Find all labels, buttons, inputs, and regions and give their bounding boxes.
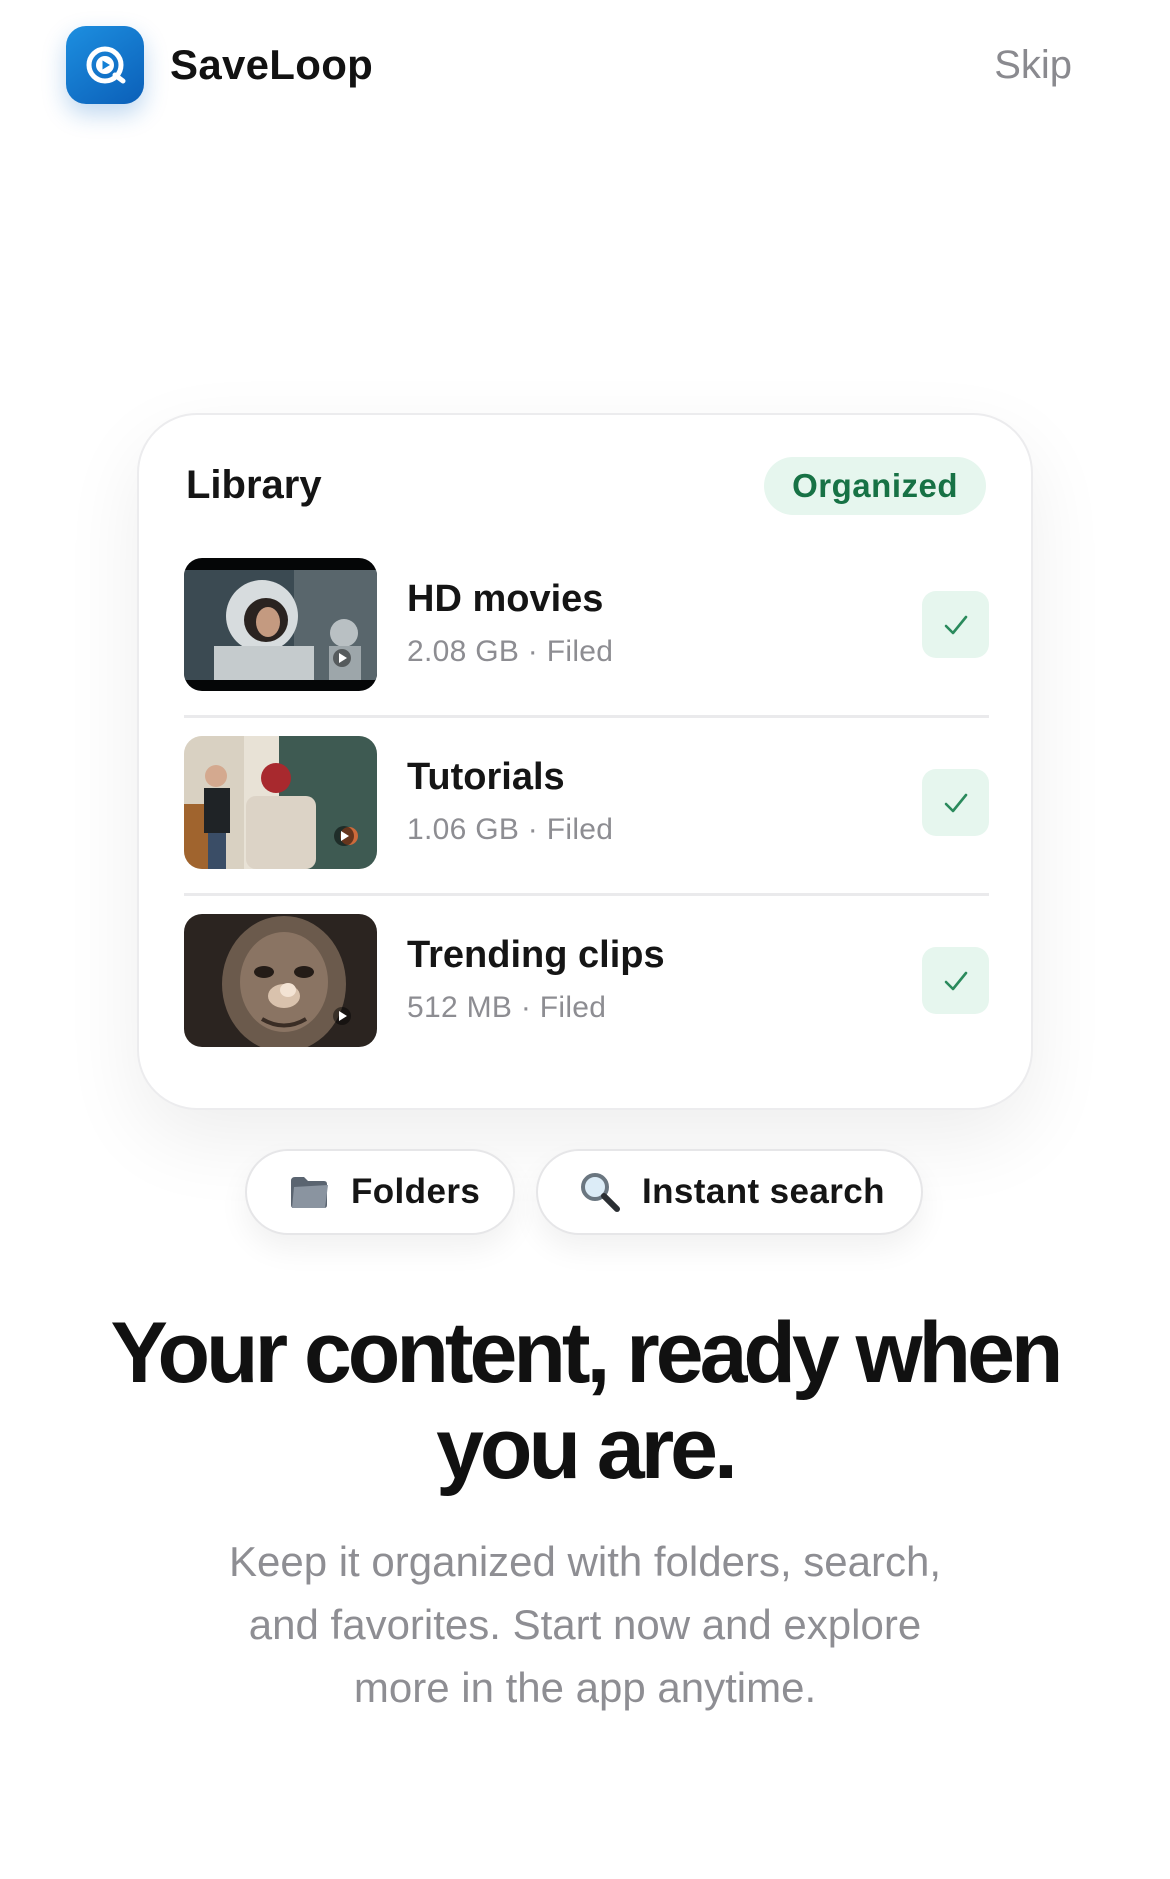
magnifier-icon xyxy=(578,1170,622,1214)
description-line-1: Keep it organized with folders, search, xyxy=(228,1538,942,1585)
library-card: Library Organized HD movies 2.08 GB · Fi… xyxy=(137,413,1033,1110)
description-line-2: and favorites. Start now and explore xyxy=(248,1601,922,1648)
item-title: HD movies xyxy=(407,578,604,620)
folders-label: Folders xyxy=(351,1172,481,1211)
divider xyxy=(184,893,989,896)
item-meta: 2.08 GB · Filed xyxy=(407,635,614,668)
app-name: SaveLoop xyxy=(170,41,374,88)
folder-icon xyxy=(287,1170,331,1214)
app-logo-icon xyxy=(66,26,144,104)
organized-badge: Organized xyxy=(764,457,986,515)
header: SaveLoop Skip xyxy=(66,26,1072,104)
check-icon xyxy=(922,947,989,1014)
check-icon xyxy=(922,769,989,836)
library-item-tutorials[interactable]: Tutorials 1.06 GB · Filed xyxy=(184,736,989,869)
item-title: Tutorials xyxy=(407,756,565,798)
headline-line-1: Your content, ready when xyxy=(110,1305,1064,1401)
classroom-thumbnail xyxy=(184,736,377,869)
item-meta: 512 MB · Filed xyxy=(407,991,607,1024)
description: Keep it organized with folders, search, … xyxy=(180,1530,990,1719)
headline-line-2: you are. xyxy=(436,1401,738,1497)
check-icon xyxy=(922,591,989,658)
library-item-hd-movies[interactable]: HD movies 2.08 GB · Filed xyxy=(184,558,989,691)
onboarding-screen: SaveLoop Skip Library Organized HD movie… xyxy=(0,0,1170,1879)
library-item-trending-clips[interactable]: Trending clips 512 MB · Filed xyxy=(184,914,989,1047)
instant-search-label: Instant search xyxy=(642,1172,885,1211)
headline: Your content, ready when you are. xyxy=(60,1305,1110,1497)
instant-search-chip[interactable]: Instant search xyxy=(536,1149,923,1235)
item-meta: 1.06 GB · Filed xyxy=(407,813,614,846)
item-title: Trending clips xyxy=(407,934,665,976)
library-title: Library xyxy=(186,463,322,507)
folders-chip[interactable]: Folders xyxy=(245,1149,515,1235)
astronaut-thumbnail xyxy=(184,558,377,691)
description-line-3: more in the app anytime. xyxy=(353,1664,817,1711)
skip-button[interactable]: Skip xyxy=(994,43,1072,88)
creature-face-thumbnail xyxy=(184,914,377,1047)
divider xyxy=(184,715,989,718)
